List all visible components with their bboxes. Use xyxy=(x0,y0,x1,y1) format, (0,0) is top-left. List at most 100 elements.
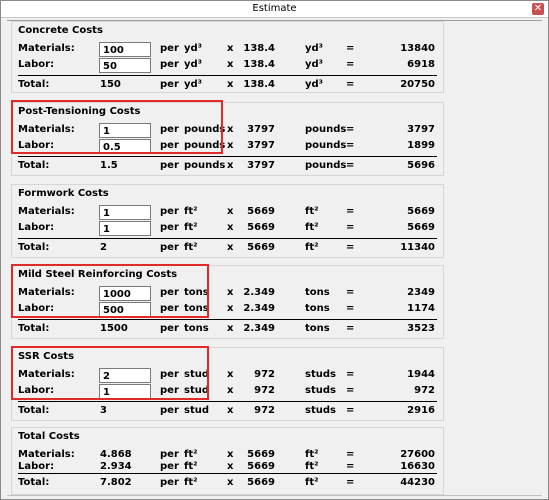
unit2-text: yd³ xyxy=(305,79,324,90)
total-value: 7.802 xyxy=(100,477,132,488)
result-value: 2916 xyxy=(407,405,435,416)
multiplier-value: 3797 xyxy=(247,140,275,151)
concrete-materials-input[interactable]: 100 xyxy=(99,42,151,57)
result-value: 6918 xyxy=(407,59,435,70)
row-label: Total: xyxy=(18,323,50,334)
per-text: per xyxy=(160,43,179,54)
equals-text: = xyxy=(346,461,355,472)
multiplier-value: 972 xyxy=(254,369,275,380)
formwork-labor-input[interactable]: 1 xyxy=(99,221,151,236)
row-label: Materials: xyxy=(18,206,75,217)
multiplier-value: 972 xyxy=(254,405,275,416)
equals-text: = xyxy=(346,59,355,70)
equals-text: = xyxy=(346,287,355,298)
materials-row: Materials: 1 per ft² x 5669 ft² = 5669 xyxy=(12,204,443,220)
multiplier-value: 5669 xyxy=(247,242,275,253)
estimate-window: Estimate ✕ Concrete Costs Materials: 100… xyxy=(0,0,549,500)
times-text: x xyxy=(227,242,234,253)
total-value: 150 xyxy=(100,79,121,90)
multiplier-value: 5669 xyxy=(247,461,275,472)
unit-text: stud xyxy=(184,405,210,416)
row-label: Total: xyxy=(18,405,50,416)
highlight-box-mild-steel xyxy=(11,264,209,318)
result-value: 1899 xyxy=(407,140,435,151)
total-value: 3 xyxy=(100,405,107,416)
multiplier-value: 2.349 xyxy=(243,287,275,298)
equals-text: = xyxy=(346,477,355,488)
times-text: x xyxy=(227,303,234,314)
highlight-box-ssr xyxy=(11,346,209,400)
unit-text: pounds xyxy=(184,160,226,171)
times-text: x xyxy=(227,140,234,151)
total-row: Total: 3 per stud x 972 studs = 2916 xyxy=(12,403,443,417)
total-value: 1.5 xyxy=(100,160,118,171)
unit2-text: tons xyxy=(305,303,330,314)
concrete-labor-input[interactable]: 50 xyxy=(99,58,151,73)
equals-text: = xyxy=(346,385,355,396)
unit2-text: ft² xyxy=(305,477,319,488)
divider xyxy=(7,495,542,496)
total-divider xyxy=(18,473,437,474)
result-value: 5669 xyxy=(407,206,435,217)
equals-text: = xyxy=(346,369,355,380)
unit2-text: pounds xyxy=(305,124,347,135)
total-row: Total: 1.5 per pounds x 3797 pounds = 56… xyxy=(12,158,443,172)
unit-text: ft² xyxy=(184,477,198,488)
per-text: per xyxy=(160,79,179,90)
group-total-costs: Total Costs Materials: 4.868 per ft² x 5… xyxy=(11,427,444,495)
row-label: Labor: xyxy=(18,461,55,472)
multiplier-value: 972 xyxy=(254,385,275,396)
unit-text: ft² xyxy=(184,206,198,217)
title-bar: Estimate ✕ xyxy=(1,1,548,18)
row-label: Labor: xyxy=(18,222,55,233)
equals-text: = xyxy=(346,222,355,233)
total-row: Total: 1500 per tons x 2.349 tons = 3523 xyxy=(12,321,443,335)
unit2-text: studs xyxy=(305,369,336,380)
per-text: per xyxy=(160,206,179,217)
total-row: Total: 7.802 per ft² x 5669 ft² = 44230 xyxy=(12,475,443,489)
times-text: x xyxy=(227,405,234,416)
result-value: 16630 xyxy=(400,461,435,472)
multiplier-value: 2.349 xyxy=(243,323,275,334)
result-value: 11340 xyxy=(400,242,435,253)
result-value: 5669 xyxy=(407,222,435,233)
result-value: 3523 xyxy=(407,323,435,334)
times-text: x xyxy=(227,323,234,334)
multiplier-value: 5669 xyxy=(247,206,275,217)
close-icon[interactable]: ✕ xyxy=(532,3,544,15)
group-title: Concrete Costs xyxy=(18,25,103,36)
times-text: x xyxy=(227,206,234,217)
labor-row: Labor: 50 per yd³ x 138.4 yd³ = 6918 xyxy=(12,57,443,73)
total-value: 1500 xyxy=(100,323,128,334)
equals-text: = xyxy=(346,303,355,314)
equals-text: = xyxy=(346,405,355,416)
multiplier-value: 5669 xyxy=(247,222,275,233)
per-text: per xyxy=(160,242,179,253)
equals-text: = xyxy=(346,124,355,135)
times-text: x xyxy=(227,43,234,54)
unit-text: ft² xyxy=(184,242,198,253)
total-divider xyxy=(18,75,437,76)
equals-text: = xyxy=(346,79,355,90)
window-title: Estimate xyxy=(252,3,297,14)
materials-row: Materials: 100 per yd³ x 138.4 yd³ = 138… xyxy=(12,41,443,57)
times-text: x xyxy=(227,477,234,488)
unit2-text: tons xyxy=(305,287,330,298)
unit-text: yd³ xyxy=(184,59,203,70)
unit2-text: studs xyxy=(305,405,336,416)
row-label: Total: xyxy=(18,477,50,488)
unit2-text: ft² xyxy=(305,461,319,472)
group-formwork-costs: Formwork Costs Materials: 1 per ft² x 56… xyxy=(11,184,444,258)
formwork-materials-input[interactable]: 1 xyxy=(99,205,151,220)
equals-text: = xyxy=(346,43,355,54)
per-text: per xyxy=(160,477,179,488)
result-value: 1944 xyxy=(407,369,435,380)
equals-text: = xyxy=(346,140,355,151)
result-value: 13840 xyxy=(400,43,435,54)
total-value: 2 xyxy=(100,242,107,253)
result-value: 1174 xyxy=(407,303,435,314)
result-value: 972 xyxy=(414,385,435,396)
total-row: Total: 2 per ft² x 5669 ft² = 11340 xyxy=(12,240,443,254)
unit-text: ft² xyxy=(184,461,198,472)
multiplier-value: 138.4 xyxy=(243,59,275,70)
